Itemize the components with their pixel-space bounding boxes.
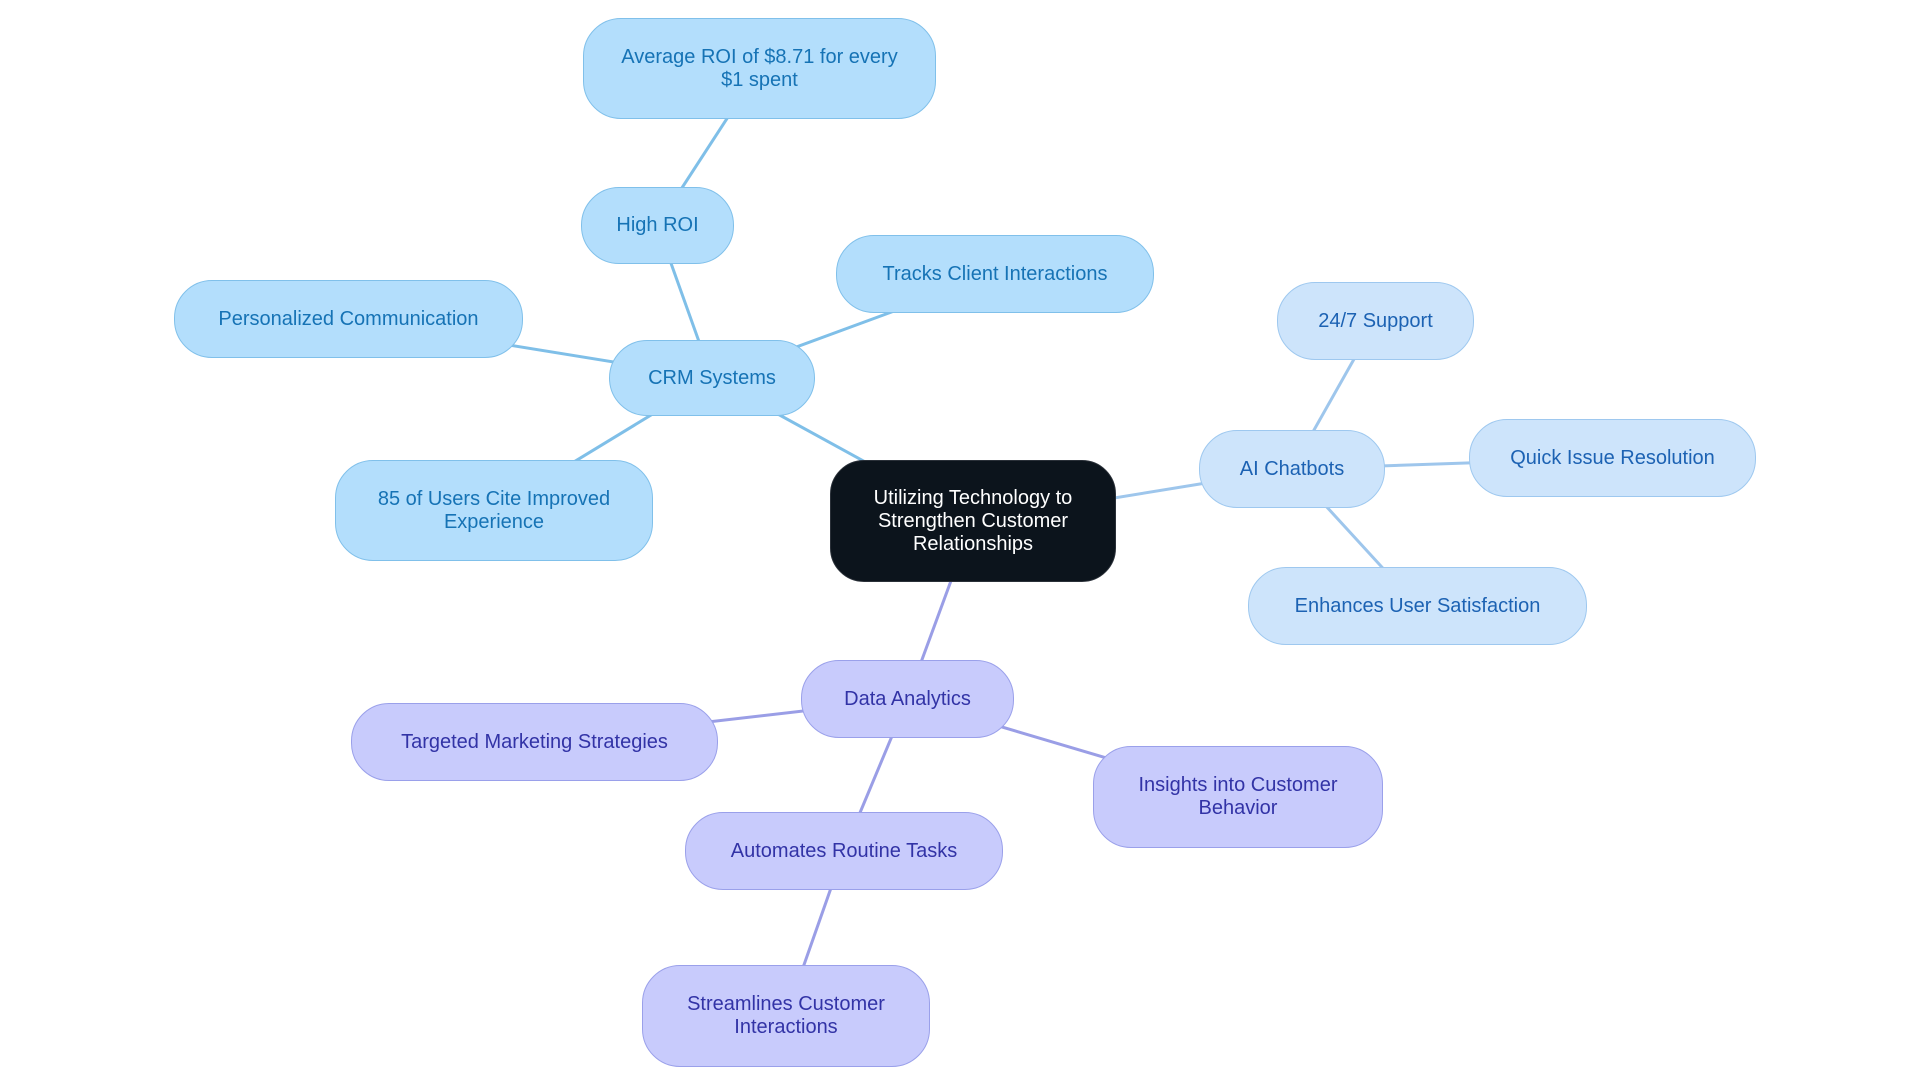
node-high-roi[interactable]: High ROI (581, 187, 734, 264)
node-label: Streamlines Customer Interactions (687, 993, 885, 1038)
node-data-analytics[interactable]: Data Analytics (801, 660, 1014, 738)
node-label: CRM Systems (648, 366, 776, 389)
node-24-7-support[interactable]: 24/7 Support (1277, 282, 1474, 360)
node-label: Personalized Communication (218, 307, 479, 330)
node-quick-issue-resolution[interactable]: Quick Issue Resolution (1469, 419, 1756, 497)
node-streamlines-customer-interactions[interactable]: Streamlines Customer Interactions (642, 965, 930, 1067)
node-targeted-marketing-strategies[interactable]: Targeted Marketing Strategies (351, 703, 718, 781)
node-label: 24/7 Support (1318, 309, 1433, 332)
node-label: AI Chatbots (1239, 457, 1345, 480)
node-label: Average ROI of $8.71 for every $1 spent (621, 45, 898, 91)
node-crm-systems[interactable]: CRM Systems (609, 340, 815, 416)
node-label: Automates Routine Tasks (730, 839, 958, 862)
node-85-users-improved-experience[interactable]: 85 of Users Cite Improved Experience (335, 460, 653, 561)
node-label: Tracks Client Interactions (882, 262, 1108, 285)
node-average-roi[interactable]: Average ROI of $8.71 for every $1 spent (583, 18, 936, 119)
node-label: Enhances User Satisfaction (1294, 594, 1541, 617)
node-insights-customer-behavior[interactable]: Insights into Customer Behavior (1093, 746, 1383, 848)
node-label: Data Analytics (844, 687, 971, 710)
node-label: Utilizing Technology to Strengthen Custo… (873, 486, 1073, 555)
node-enhances-user-satisfaction[interactable]: Enhances User Satisfaction (1248, 567, 1587, 645)
node-label: Insights into Customer Behavior (1138, 774, 1338, 819)
node-ai-chatbots[interactable]: AI Chatbots (1199, 430, 1385, 508)
node-label: 85 of Users Cite Improved Experience (377, 487, 611, 533)
node-label: Quick Issue Resolution (1510, 446, 1715, 469)
node-label: Targeted Marketing Strategies (401, 730, 668, 753)
root-node[interactable]: Utilizing Technology to Strengthen Custo… (830, 460, 1116, 582)
node-tracks-client-interactions[interactable]: Tracks Client Interactions (836, 235, 1154, 313)
node-personalized-communication[interactable]: Personalized Communication (174, 280, 523, 358)
node-label: High ROI (616, 214, 699, 236)
node-automates-routine-tasks[interactable]: Automates Routine Tasks (685, 812, 1003, 890)
